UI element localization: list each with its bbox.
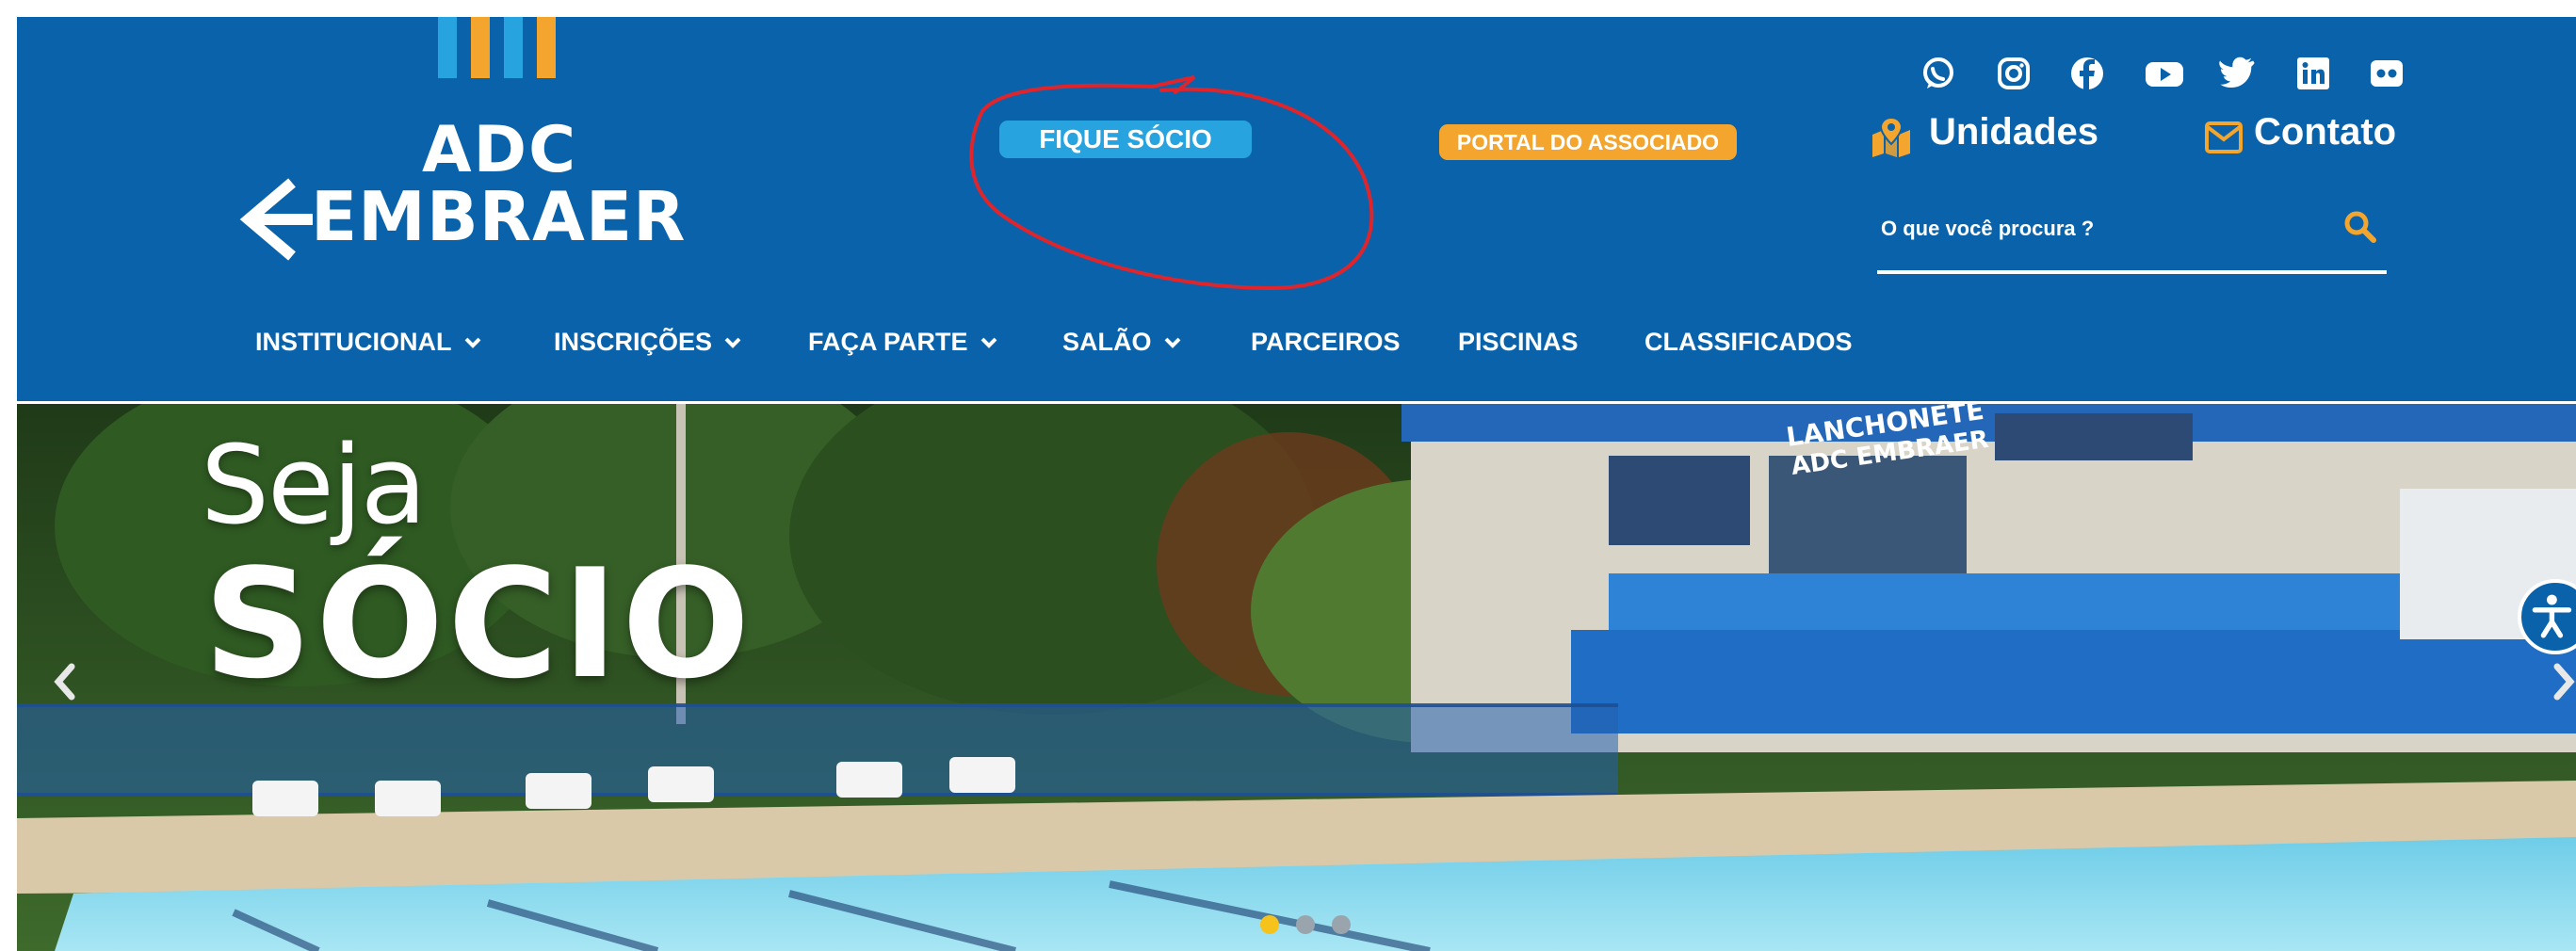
contato-link[interactable]: Contato: [2254, 111, 2396, 153]
menu-item-label: INSTITUCIONAL: [255, 328, 452, 356]
slider-dot[interactable]: [1296, 915, 1315, 934]
menu-item-label: PISCINAS: [1458, 328, 1579, 356]
chevron-down-icon: [724, 337, 741, 348]
hero-headline-small: Seja: [201, 423, 427, 549]
main-menu: INSTITUCIONAL INSCRIÇÕES FAÇA PARTE SALÃ…: [17, 328, 2576, 375]
slider-dot[interactable]: [1332, 915, 1351, 934]
slider-dots: [1260, 915, 1351, 943]
menu-item-faca-parte[interactable]: FAÇA PARTE: [808, 328, 998, 357]
portal-associado-button[interactable]: PORTAL DO ASSOCIADO: [1439, 124, 1737, 160]
social-icons-row: [17, 34, 2576, 109]
menu-item-label: PARCEIROS: [1251, 328, 1401, 356]
logo-arrow-icon: [239, 178, 313, 261]
menu-item-label: CLASSIFICADOS: [1644, 328, 1853, 356]
map-marker-icon: [1872, 116, 1910, 157]
search-input[interactable]: [1877, 210, 2327, 248]
menu-item-classificados[interactable]: CLASSIFICADOS: [1644, 328, 1853, 357]
menu-item-inscricoes[interactable]: INSCRIÇÕES: [554, 328, 742, 357]
slider-prev-icon[interactable]: [45, 653, 83, 710]
envelope-icon: [2205, 121, 2243, 153]
fique-socio-button[interactable]: FIQUE SÓCIO: [999, 121, 1252, 158]
instagram-icon[interactable]: [1995, 55, 2033, 92]
linkedin-icon[interactable]: [2294, 55, 2332, 92]
unidades-link[interactable]: Unidades: [1929, 111, 2098, 153]
logo-text-embraer[interactable]: EMBRAER: [311, 177, 687, 256]
youtube-icon[interactable]: [2144, 55, 2185, 92]
whatsapp-icon[interactable]: [1920, 55, 1957, 92]
menu-item-label: FAÇA PARTE: [808, 328, 968, 356]
hero-headline-big: SÓCIO: [203, 536, 754, 712]
menu-item-salao[interactable]: SALÃO: [1062, 328, 1182, 357]
flickr-icon[interactable]: [2368, 55, 2406, 92]
hero-slider[interactable]: LANCHONETE ADC EMBRAER Seja SÓCIO: [17, 404, 2576, 951]
chevron-down-icon: [980, 337, 996, 348]
menu-item-institucional[interactable]: INSTITUCIONAL: [255, 328, 482, 357]
menu-item-piscinas[interactable]: PISCINAS: [1458, 328, 1579, 357]
twitter-icon[interactable]: [2219, 55, 2257, 92]
menu-item-label: SALÃO: [1062, 328, 1152, 356]
slider-next-icon[interactable]: [2548, 653, 2576, 710]
chevron-down-icon: [464, 337, 480, 348]
slider-dot[interactable]: [1260, 915, 1279, 934]
search-bar: [1877, 191, 2387, 274]
menu-item-parceiros[interactable]: PARCEIROS: [1251, 328, 1401, 357]
search-icon[interactable]: [2343, 210, 2377, 244]
menu-item-label: INSCRIÇÕES: [554, 328, 713, 356]
chevron-down-icon: [1164, 337, 1180, 348]
facebook-icon[interactable]: [2068, 55, 2106, 92]
site-header: ADC EMBRAER FIQUE SÓCIO PORTAL DO ASSOCI…: [17, 17, 2576, 401]
